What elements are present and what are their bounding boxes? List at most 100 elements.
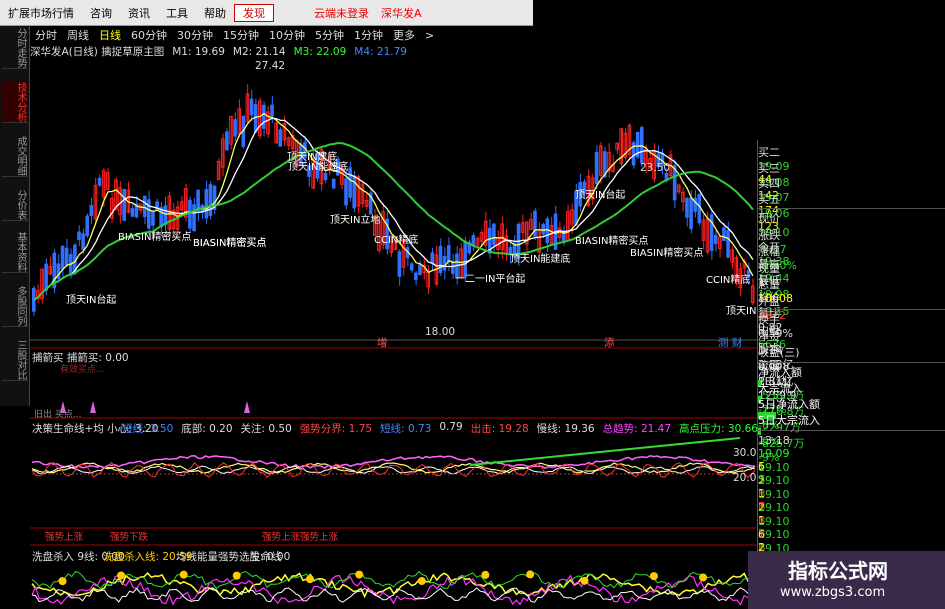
- signal-annotation: CCIN精底: [706, 273, 750, 286]
- indicator-value: 强势分界: 1.75: [299, 423, 373, 435]
- tick-price: 19.10: [758, 501, 790, 514]
- candle-body: [442, 256, 447, 271]
- bid-label: 买二: [758, 146, 780, 159]
- candle-body: [541, 223, 545, 235]
- candle-body: [344, 178, 348, 206]
- signal-dot: [305, 575, 314, 584]
- candle-body: [60, 246, 65, 270]
- candle-body: [418, 264, 422, 275]
- candle-body: [685, 197, 689, 218]
- bid-row: 买二 19.09 44: [758, 144, 945, 186]
- separator: [758, 208, 945, 209]
- candle-body: [352, 175, 357, 209]
- candle-body: [44, 263, 48, 291]
- bid-label: 买四: [758, 177, 780, 190]
- watermark-url: www.zbgs3.com: [780, 585, 886, 600]
- axis-label-3: 测 财: [718, 337, 743, 349]
- indicator-value: 短线: 0.73: [380, 423, 432, 435]
- indicator-line: [31, 587, 756, 603]
- candle-body: [397, 251, 402, 277]
- stat-row: 净资 1.14 流通 1.81亿: [758, 328, 945, 388]
- candle-body: [64, 247, 69, 266]
- separator: [758, 429, 945, 431]
- stat-row: 换手 0.59% 股本 2.83亿: [758, 311, 945, 371]
- topright-price-label: 23.50: [640, 162, 671, 174]
- signal-dot: [649, 572, 658, 581]
- candle-body: [192, 204, 196, 231]
- signal-annotation: CCIN精底: [374, 233, 418, 246]
- candle-body: [122, 188, 126, 221]
- signal-dot: [699, 573, 708, 582]
- tick-price: 19.10: [758, 460, 790, 474]
- indicator-value: 短线: 3.50: [122, 423, 174, 435]
- flow-row: 5日大宗流入 -825.7万 -9%: [758, 412, 945, 464]
- candle-body: [89, 205, 94, 217]
- stat-label: 现价: [758, 212, 780, 225]
- candle-body: [348, 167, 352, 198]
- candle-body: [430, 252, 435, 264]
- tick-price: 19.10: [758, 487, 790, 501]
- bid-label: 买三: [758, 161, 780, 175]
- signal-annotation: 顶天IN能建底: [510, 252, 570, 265]
- watermark: 指标公式网 www.zbgs3.com: [748, 551, 945, 609]
- stat-label: 涨幅: [758, 245, 780, 258]
- signal-dot: [481, 570, 490, 579]
- tick-price: 19.10: [758, 474, 790, 487]
- watermark-title: 指标公式网: [788, 559, 888, 583]
- bid-row: 买四 19.07 174: [758, 175, 945, 217]
- signal-dot: [58, 577, 67, 586]
- signal-annotation: BIASIN精密买点: [630, 246, 703, 259]
- strength-label: 强势下跌: [110, 532, 149, 543]
- stat-row: 外盘 3972 内盘 6636: [758, 293, 945, 351]
- bid-row: 买五 19.06 123: [758, 191, 945, 233]
- quote-panel: 买二 19.09 44 买三 19.08 142 买四 19.07 174 买五 19.06 123 现…: [757, 140, 945, 607]
- flow-row: 5日净流入额 -2297万 -9%: [758, 396, 945, 448]
- signal-annotation: 顶天IN建底: [287, 150, 337, 163]
- signal-annotation: 顶天IN台起: [575, 188, 625, 201]
- flow-label: 大宗流入: [758, 381, 802, 395]
- candle-body: [438, 245, 443, 274]
- candle-body: [97, 177, 102, 186]
- candle-body: [204, 189, 209, 219]
- indicator-value: 关注: 0.50: [240, 423, 292, 435]
- candle-body: [270, 104, 274, 116]
- candle-body: [249, 98, 254, 116]
- signal-dot: [417, 577, 426, 586]
- candle-body: [331, 178, 336, 189]
- sub1-legend: 有效买点...: [60, 365, 105, 375]
- buy-signal-mark: [244, 401, 250, 413]
- candle-body: [151, 210, 155, 226]
- strength-label: 强势上涨: [262, 532, 301, 543]
- indicator-line: [31, 570, 756, 590]
- candle-body: [594, 151, 599, 185]
- indicator-line: [31, 574, 756, 606]
- signal-dot: [179, 570, 188, 579]
- signal-annotation: 顶天IN立地: [330, 213, 380, 226]
- stat-label: 收益(三): [758, 346, 800, 359]
- candle-body: [639, 127, 644, 163]
- candle-body: [323, 172, 328, 181]
- signal-dot: [232, 571, 241, 580]
- candle-body: [142, 195, 147, 218]
- candle-body: [722, 227, 726, 241]
- indicator-value: 高点压力: 30.66: [679, 423, 758, 435]
- separator: [758, 309, 945, 310]
- tick-price: 19.10: [758, 514, 790, 528]
- stat-row: 收益(三) 0.008 PE(动) 1259.9: [758, 344, 945, 402]
- stat-label: 外盘: [758, 294, 780, 308]
- candle-body: [713, 234, 718, 245]
- stat-row: 涨跌 -0.37 最高 19.44: [758, 227, 945, 285]
- candle-body: [689, 197, 693, 230]
- candle-body: [233, 119, 237, 137]
- candle-body: [508, 246, 513, 255]
- candle-body: [414, 272, 418, 281]
- stat-label: 涨跌: [758, 228, 780, 242]
- flow-label: 5日大宗流入: [758, 413, 820, 427]
- stat-label: 净资: [758, 329, 780, 343]
- stat-label: 总量: [758, 278, 780, 291]
- tick-price: 19.09: [758, 447, 790, 460]
- signal-annotation: BIASIN精密买点: [118, 230, 191, 243]
- separator: [758, 361, 945, 363]
- axis-label-2: 添: [604, 337, 615, 349]
- strength-label: 强势上涨: [300, 532, 339, 543]
